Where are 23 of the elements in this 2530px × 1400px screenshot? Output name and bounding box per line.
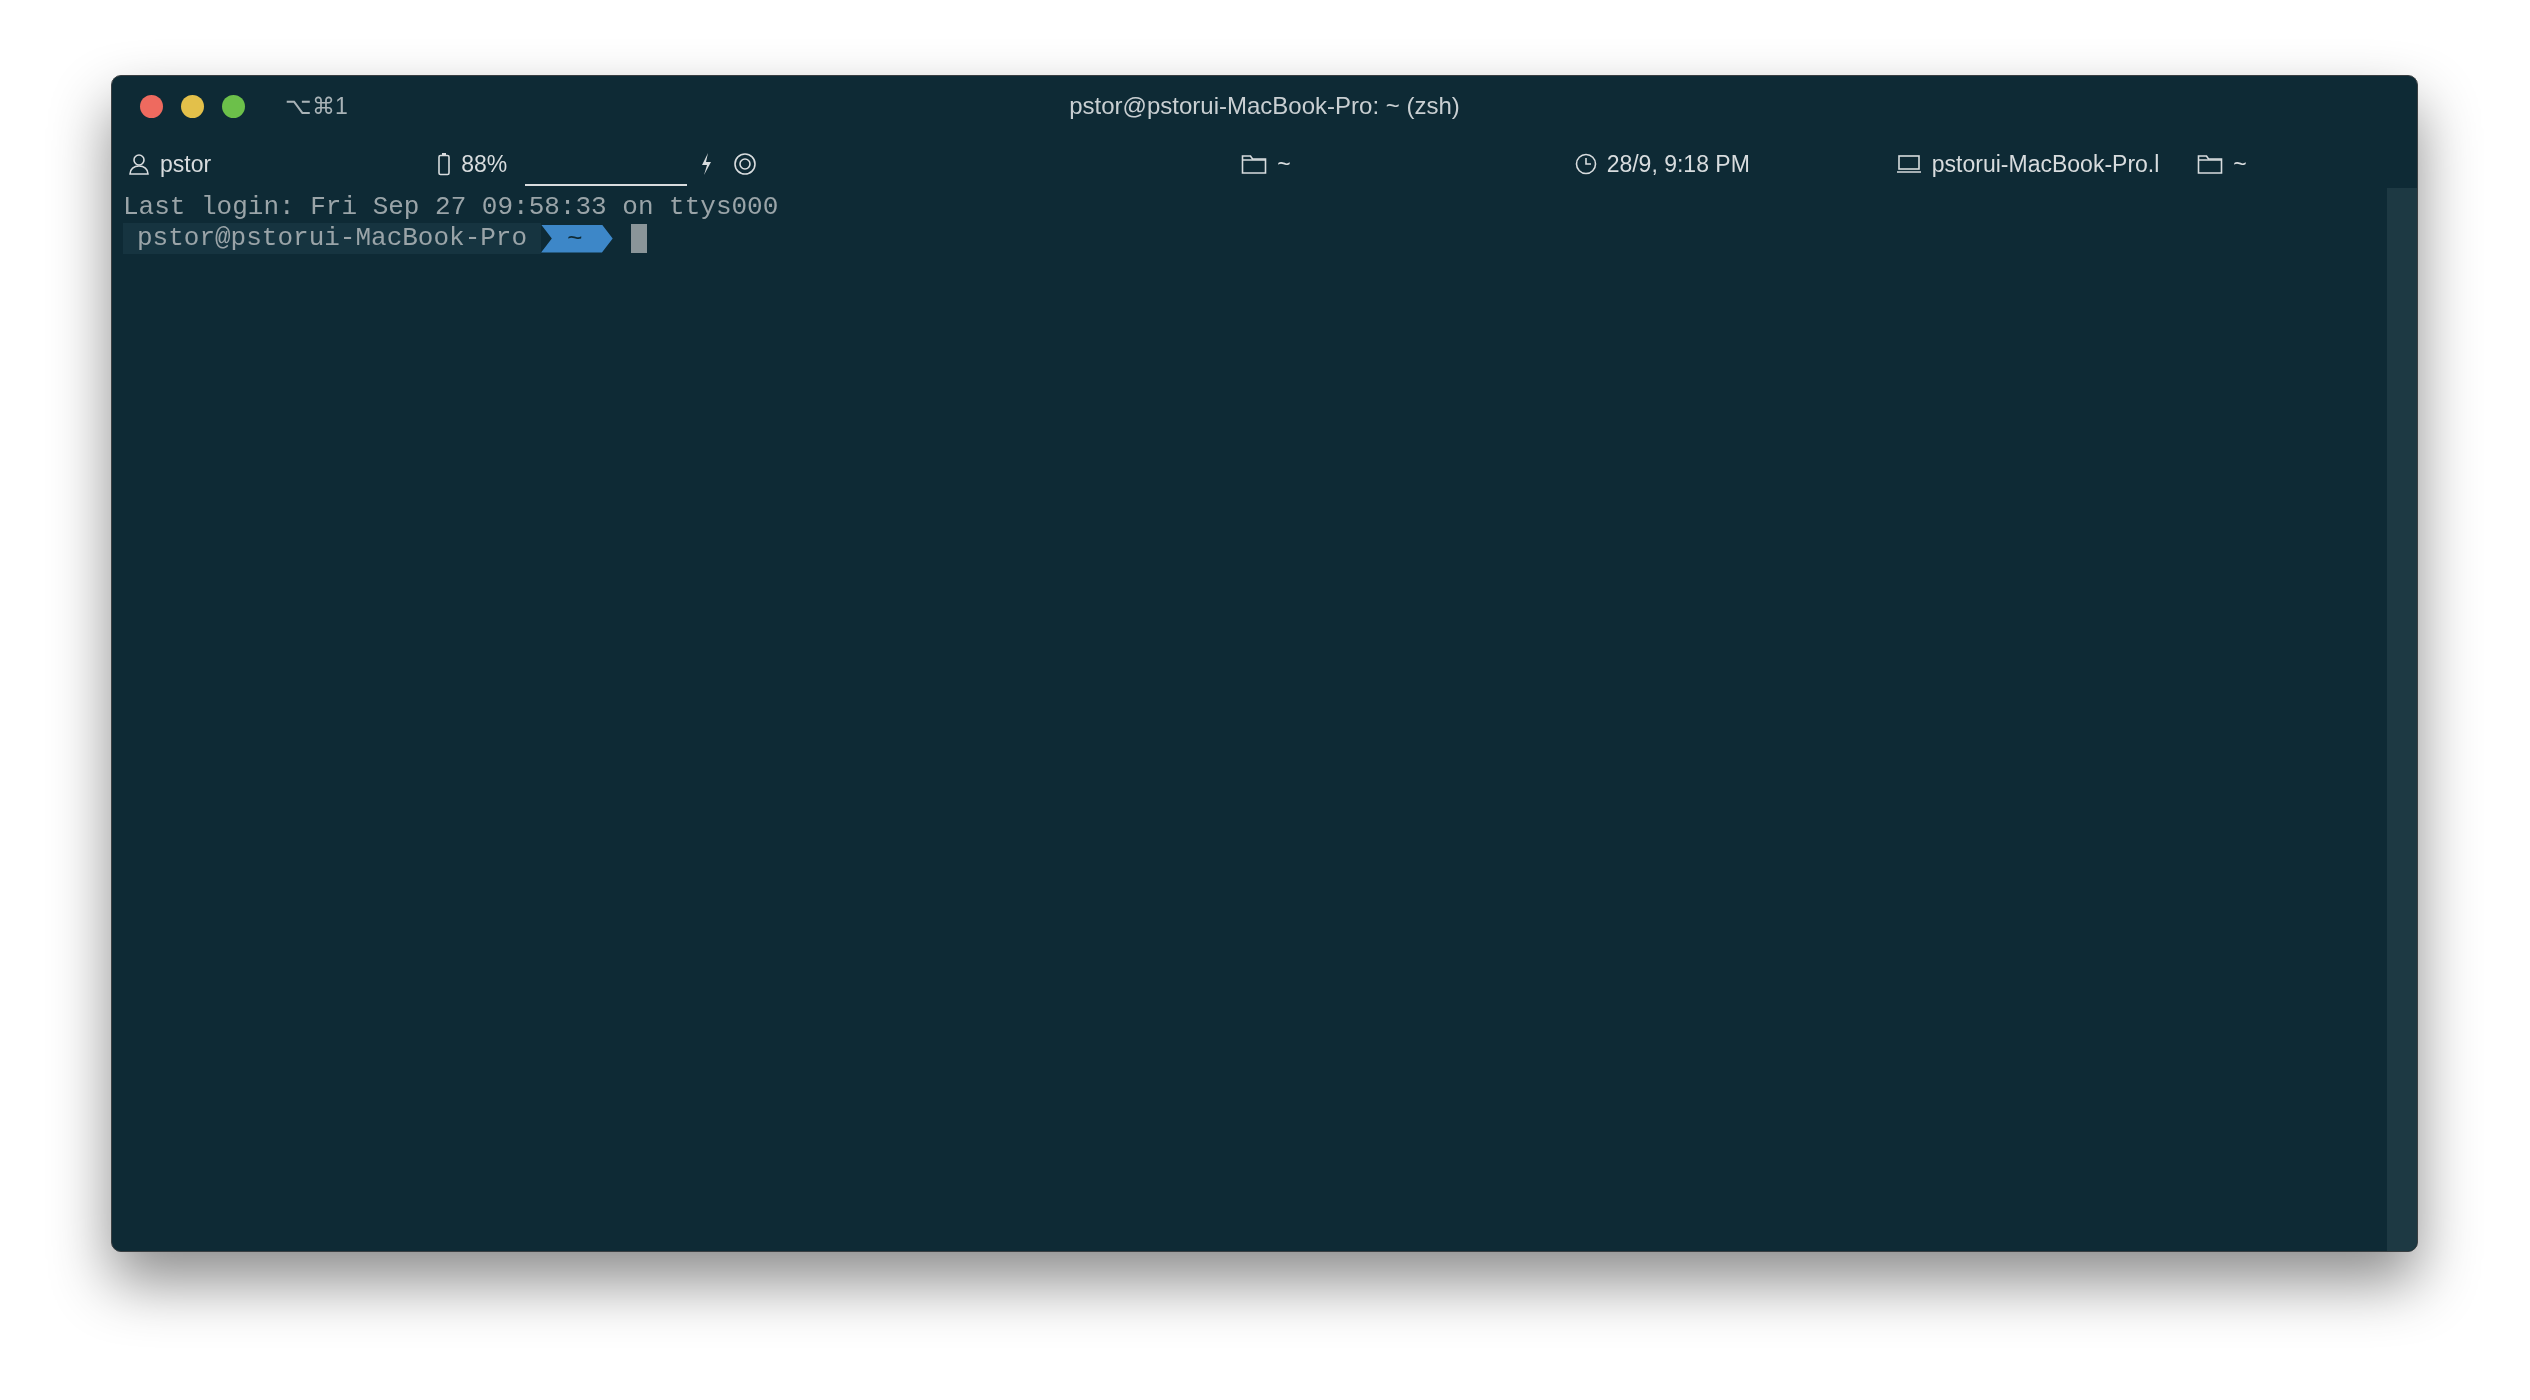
status-text: pstorui-MacBook-Pro.l [1931,149,2160,179]
target-icon [733,152,758,176]
user-icon [128,153,150,175]
status-text: ~ [1277,149,1291,179]
zoom-button[interactable] [222,94,245,118]
tab-shortcut: ⌥⌘1 [285,91,348,121]
status-text: pstor [160,149,212,179]
laptop-icon [1895,154,1922,174]
battery-icon [437,152,452,176]
prompt-directory: ~ [541,224,613,253]
folder-icon [2197,153,2224,175]
window-title: pstor@pstorui-MacBook-Pro: ~ (zsh) [1069,91,1460,121]
text-cursor [630,224,647,253]
status-text: 88% [461,149,508,179]
minimize-button[interactable] [181,94,204,118]
prompt-host: pstor@pstorui-MacBook-Pro [123,223,542,254]
folder-icon [1241,153,1268,175]
lightning-bolt-icon [699,152,714,176]
status-text: 28/9, 9:18 PM [1606,149,1750,179]
terminal-line: Last login: Fri Sep 27 09:58:33 on ttys000 [123,192,779,223]
close-button[interactable] [140,94,163,118]
status-text: ~ [2233,149,2247,179]
clock-icon [1574,153,1597,175]
